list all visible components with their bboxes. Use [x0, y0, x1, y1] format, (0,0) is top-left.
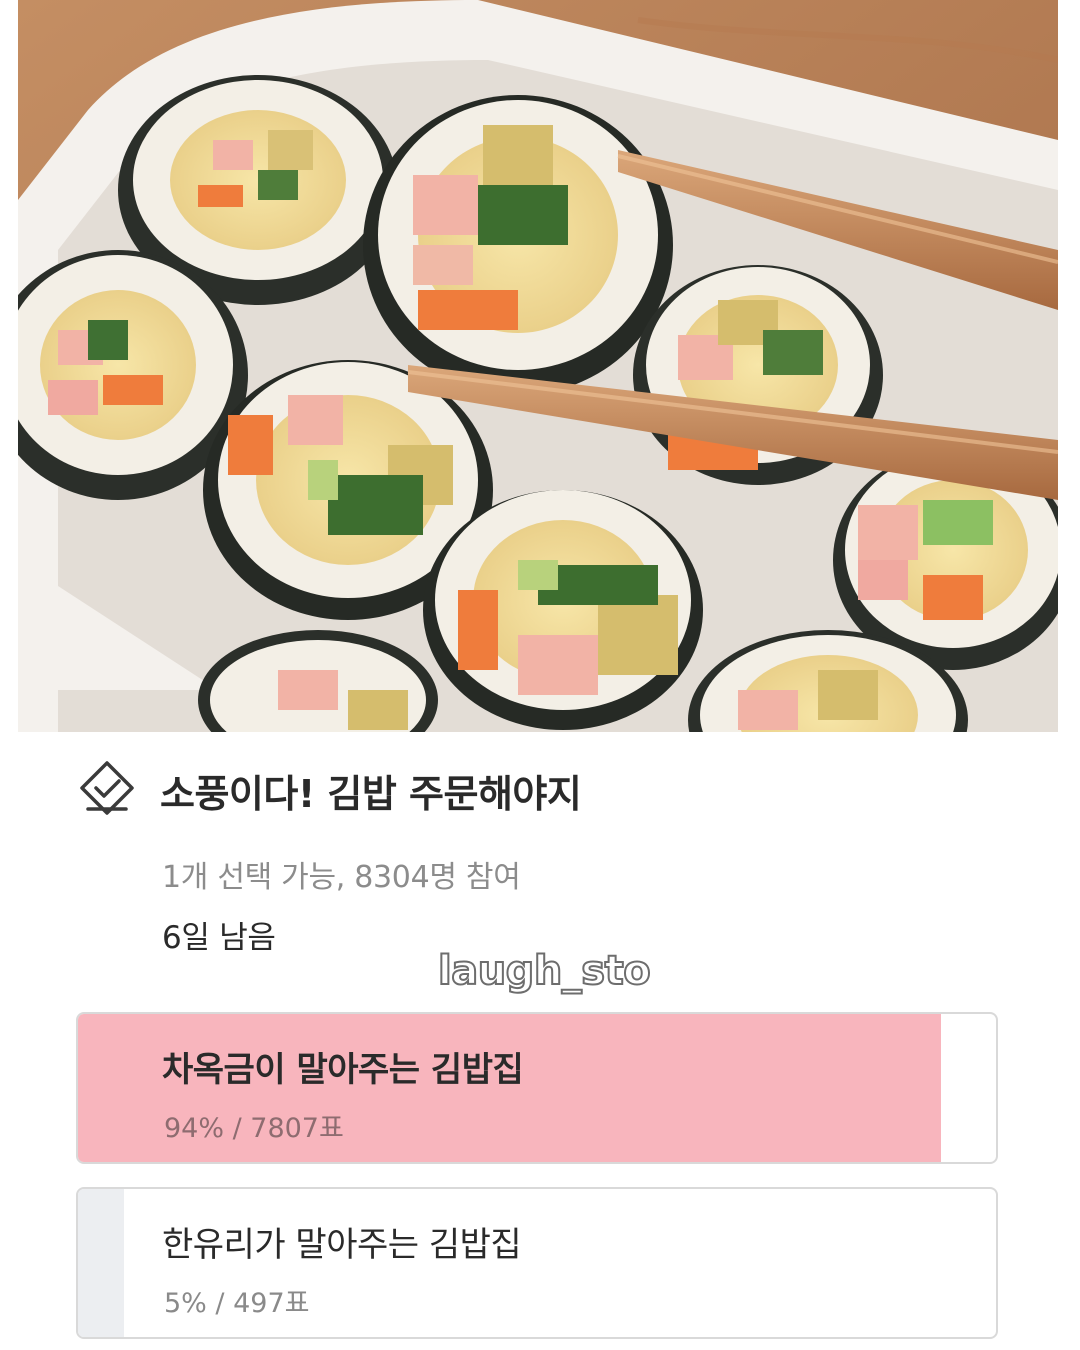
kimbap-photo [18, 0, 1058, 732]
poll-option-result: 5% / 497표 [164, 1288, 310, 1319]
poll-option[interactable]: 차옥금이 말아주는 김밥집 94% / 7807표 [76, 1012, 998, 1164]
ballot-check-icon [80, 761, 134, 815]
poll-meta: 1개 선택 가능, 8304명 참여 [162, 860, 521, 895]
poll-option-label: 한유리가 말아주는 김밥집 [162, 1225, 522, 1265]
poll-title: 소풍이다! 김밥 주문해야지 [160, 771, 582, 816]
watermark: laugh_sto [437, 947, 652, 995]
poll-option-label: 차옥금이 말아주는 김밥집 [162, 1050, 524, 1090]
poll-option-bar [78, 1189, 124, 1337]
poll-option[interactable]: 한유리가 말아주는 김밥집 5% / 497표 [76, 1187, 998, 1339]
poll-option-result: 94% / 7807표 [164, 1113, 344, 1144]
poll-header: 소풍이다! 김밥 주문해야지 [76, 752, 1016, 828]
poll-deadline: 6일 남음 [162, 920, 276, 956]
